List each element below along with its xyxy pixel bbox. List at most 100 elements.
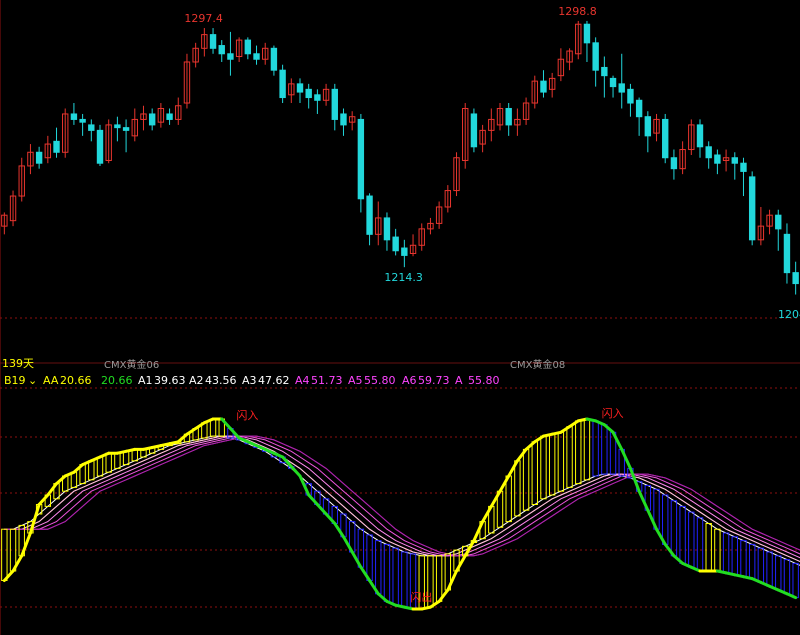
fast-line-rising bbox=[20, 531, 32, 558]
candle-down bbox=[540, 80, 547, 93]
fast-line-rising bbox=[2, 569, 15, 582]
candle-down bbox=[696, 124, 704, 148]
candle-down bbox=[731, 157, 738, 164]
fast-line-rising bbox=[37, 493, 50, 506]
chevron-down-icon[interactable]: ⌄ bbox=[28, 373, 37, 389]
fast-line-falling bbox=[602, 423, 615, 434]
a6-value: 59.73 bbox=[418, 374, 450, 387]
candle-down bbox=[340, 113, 347, 126]
last-price-label: 1204 bbox=[778, 308, 800, 321]
fast-line-falling bbox=[368, 579, 380, 596]
candle-down bbox=[618, 83, 625, 93]
period-label: 139天 bbox=[2, 357, 34, 370]
candle-down bbox=[227, 53, 234, 60]
fast-line-falling bbox=[785, 592, 798, 600]
falling-box bbox=[366, 534, 373, 582]
rising-box bbox=[1, 528, 8, 582]
fast-line-falling bbox=[611, 430, 624, 451]
falling-box bbox=[401, 551, 408, 608]
fast-line-rising bbox=[185, 427, 198, 436]
candle-down bbox=[705, 146, 712, 159]
fast-line-rising bbox=[11, 554, 24, 573]
aa-value-2: 20.66 bbox=[101, 374, 133, 387]
falling-box bbox=[722, 532, 730, 574]
candle-down bbox=[775, 214, 782, 230]
rising-box bbox=[96, 456, 104, 477]
fast-line-rising bbox=[524, 440, 537, 451]
candle-down bbox=[253, 53, 260, 60]
candle-down bbox=[609, 77, 617, 88]
low-label-1: 1214.3 bbox=[384, 271, 423, 284]
indicator-boxes bbox=[1, 418, 799, 610]
falling-box bbox=[731, 536, 738, 576]
fast-line-falling bbox=[628, 466, 641, 493]
candle-down bbox=[748, 176, 756, 241]
falling-box bbox=[792, 562, 799, 599]
candle-down bbox=[401, 247, 408, 256]
a-value: 55.80 bbox=[468, 374, 500, 387]
candle-down bbox=[53, 140, 60, 153]
rising-box bbox=[583, 418, 591, 481]
aa-label: AA bbox=[43, 374, 59, 387]
rising-box bbox=[522, 448, 530, 511]
indicator-info-bar: B19 ⌄ AA 20.66 20.66 A1 39.63 A2 43.56 A… bbox=[0, 373, 800, 389]
candle-down bbox=[270, 47, 278, 71]
a6-label: A6 bbox=[402, 374, 417, 387]
candle-down bbox=[79, 118, 86, 123]
falling-box bbox=[783, 559, 791, 595]
rising-box bbox=[705, 523, 712, 572]
falling-box bbox=[392, 547, 399, 606]
rising-box bbox=[88, 460, 95, 481]
falling-box bbox=[679, 505, 686, 564]
chart-canvas[interactable]: 1297.4 1298.8 1214.3 1204 139天 CMX黄金06 C… bbox=[0, 0, 800, 635]
candlestick-series bbox=[1, 20, 799, 295]
fast-line-rising bbox=[55, 474, 67, 486]
candle-down bbox=[331, 88, 338, 120]
a-label: A bbox=[455, 374, 463, 387]
indicator-name[interactable]: B19 bbox=[4, 373, 26, 389]
signal-label-buy: 闪入 bbox=[602, 406, 624, 420]
candle-down bbox=[357, 118, 365, 200]
a1-label: A1 bbox=[138, 374, 153, 387]
high-label-2: 1298.8 bbox=[558, 5, 597, 18]
rising-box bbox=[540, 435, 547, 500]
fast-line-falling bbox=[298, 474, 311, 497]
candle-down bbox=[470, 113, 478, 148]
candle-down bbox=[148, 113, 156, 126]
aa-value: 20.66 bbox=[60, 374, 92, 387]
candle-down bbox=[670, 157, 678, 170]
a2-value: 43.56 bbox=[205, 374, 237, 387]
candle-down bbox=[792, 272, 799, 285]
rising-box bbox=[531, 441, 538, 505]
candle-down bbox=[166, 113, 173, 120]
candle-down bbox=[627, 88, 634, 104]
fast-line-rising bbox=[472, 520, 485, 543]
rising-box bbox=[575, 420, 582, 485]
candle-down bbox=[96, 129, 104, 164]
signal-label-sell: 闪出 bbox=[410, 590, 432, 604]
candle-down bbox=[592, 42, 599, 71]
candle-down bbox=[296, 83, 304, 93]
fast-line-falling bbox=[333, 522, 345, 539]
candle-down bbox=[70, 113, 78, 120]
fast-line-rising bbox=[481, 504, 493, 524]
a3-label: A3 bbox=[242, 374, 257, 387]
fast-line-rising bbox=[455, 554, 467, 573]
rising-box bbox=[566, 426, 573, 488]
fast-line-falling bbox=[359, 565, 372, 582]
candle-down bbox=[305, 88, 312, 99]
candle-down bbox=[505, 107, 512, 126]
fast-line-falling bbox=[637, 489, 650, 512]
candle-down bbox=[714, 154, 721, 164]
falling-box bbox=[601, 424, 608, 475]
rising-box bbox=[557, 431, 565, 492]
a5-label: A5 bbox=[348, 374, 363, 387]
falling-box bbox=[740, 540, 747, 578]
falling-box bbox=[670, 500, 678, 557]
fast-line-falling bbox=[324, 512, 337, 525]
falling-box bbox=[775, 555, 782, 591]
rising-box bbox=[505, 475, 512, 523]
contract-label-1: CMX黄金06 bbox=[104, 358, 159, 371]
falling-box bbox=[383, 543, 391, 602]
candle-down bbox=[662, 118, 669, 159]
